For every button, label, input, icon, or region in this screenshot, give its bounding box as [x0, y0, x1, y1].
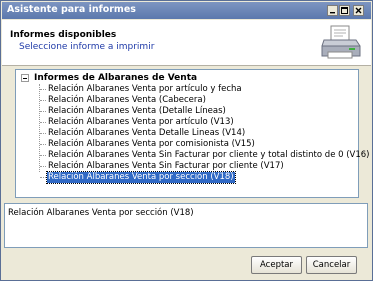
tree-branch-line — [40, 89, 46, 90]
close-icon — [355, 7, 362, 14]
tree-item-label: Relación Albaranes Venta Sin Facturar po… — [48, 150, 370, 160]
tree-item-label: Relación Albaranes Venta (Cabecera) — [48, 95, 206, 105]
minimize-icon — [330, 12, 335, 14]
tree-item-label: Relación Albaranes Venta Sin Facturar po… — [48, 161, 284, 171]
tree-item-label: Relación Albaranes Venta por comisionist… — [48, 139, 255, 149]
tree-branch-line — [40, 144, 46, 145]
description-box: Relación Albaranes Venta por sección (V1… — [4, 203, 368, 248]
tree-item-label: Relación Albaranes Venta por artículo (V… — [48, 117, 234, 127]
tree-root-label: Informes de Albaranes de Venta — [34, 73, 198, 83]
maximize-icon — [341, 7, 348, 14]
header-title: Informes disponibles — [10, 30, 117, 40]
tree-branch-line — [40, 122, 46, 123]
tree-branch-line — [40, 155, 46, 156]
tree-item-label: Relación Albaranes Venta (Detalle Líneas… — [48, 106, 226, 116]
tree-branch-line — [40, 177, 46, 178]
accept-button[interactable]: Aceptar — [251, 256, 302, 274]
tree-branch-line — [40, 111, 46, 112]
title-bar[interactable]: Asistente para informes — [2, 2, 371, 19]
tree-branch-line — [40, 166, 46, 167]
tree-branch-line — [40, 100, 46, 101]
collapse-icon[interactable] — [21, 74, 29, 82]
close-button[interactable] — [353, 5, 364, 16]
description-text: Relación Albaranes Venta por sección (V1… — [8, 208, 194, 218]
tree-item-label: Relación Albaranes Venta Detalle Lineas … — [48, 128, 246, 138]
header-panel: Informes disponibles Seleccione informe … — [2, 20, 371, 66]
tree-item-label: Relación Albaranes Venta por sección (V1… — [46, 171, 236, 184]
report-tree[interactable]: Informes de Albaranes de Venta Relación … — [15, 69, 370, 198]
printer-icon — [321, 25, 361, 59]
maximize-button[interactable] — [339, 5, 350, 16]
tree-branch-line — [40, 133, 46, 134]
report-wizard-window: Asistente para informes Informes disponi… — [0, 0, 373, 281]
cancel-button[interactable]: Cancelar — [306, 256, 357, 274]
minimize-button[interactable] — [327, 5, 338, 16]
window-title: Asistente para informes — [7, 4, 136, 15]
tree-connector-line — [39, 84, 40, 172]
header-subtitle: Seleccione informe a imprimir — [19, 42, 155, 52]
tree-item-label: Relación Albaranes Venta por artículo y … — [48, 84, 242, 94]
